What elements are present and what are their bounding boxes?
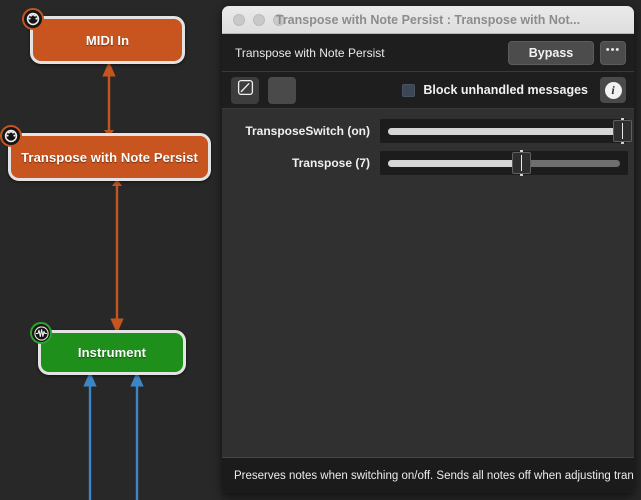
pencil-square-icon [237,79,254,101]
info-icon: i [604,81,622,99]
node-transpose-with-note-persist[interactable]: Transpose with Note Persist [0,125,211,181]
slider-fill [388,159,521,167]
midi-din-icon [22,8,44,30]
info-button[interactable]: i [600,77,626,103]
slider-track [388,127,620,135]
node-label: MIDI In [85,32,130,48]
parameter-row: TransposeSwitch (on) [222,115,634,147]
patch-graph-canvas[interactable]: MIDI In Transpose with Note Persist Inst… [0,0,221,500]
plugin-parameter-panel: TransposeSwitch (on) Transpose (7) [222,109,634,457]
plugin-toolbar: Block unhandled messages i [222,72,634,109]
cable-layer [83,61,144,500]
plugin-name-label: Transpose with Note Persist [235,45,385,60]
window-titlebar[interactable]: Transpose with Note Persist : Transpose … [222,6,634,34]
app-root: MIDI In Transpose with Note Persist Inst… [0,0,641,500]
thumb-tick-bottom [620,142,624,144]
more-options-button[interactable]: ••• [600,40,626,65]
close-button[interactable] [233,13,245,26]
bypass-button[interactable]: Bypass [508,40,594,65]
thumb-tick-bottom [520,174,524,176]
node-midi-in[interactable]: MIDI In [22,8,185,64]
midi-cable-out[interactable] [110,179,124,334]
edit-script-button[interactable] [231,76,259,104]
node-label: Instrument [77,345,147,360]
slider-transpose[interactable] [380,150,628,176]
thumb-tick-top [520,150,524,152]
plugin-footer: Preserves notes when switching on/off. S… [222,457,634,493]
slider-track [388,159,620,167]
node-instrument[interactable]: Instrument [30,322,186,375]
midi-cable-in[interactable] [102,61,116,137]
plugin-window[interactable]: Transpose with Note Persist : Transpose … [222,6,634,493]
bypass-label: Bypass [528,45,574,60]
slider-thumb[interactable] [612,118,632,144]
minimize-button[interactable] [253,13,265,26]
blank-swatch-icon[interactable] [268,76,296,104]
block-unhandled-messages-checkbox[interactable] [402,83,416,97]
node-label: Transpose with Note Persist [21,149,198,165]
ellipsis-icon: ••• [605,44,621,56]
midi-din-icon [0,125,22,147]
slider-fill [388,127,620,135]
plugin-header-bar: Transpose with Note Persist Bypass ••• [222,34,634,72]
thumb-tick-top [620,118,624,120]
slider-transpose-switch[interactable] [380,118,632,144]
footer-help-text: Preserves notes when switching on/off. S… [234,469,634,482]
block-unhandled-messages-label: Block unhandled messages [423,83,588,97]
slider-thumb[interactable] [512,150,532,176]
zoom-button[interactable] [273,13,285,26]
parameter-row: Transpose (7) [222,147,634,179]
waveform-icon [30,322,52,344]
parameter-label-transpose: Transpose (7) [291,156,370,170]
parameter-label-transpose-switch: TransposeSwitch (on) [245,124,370,138]
